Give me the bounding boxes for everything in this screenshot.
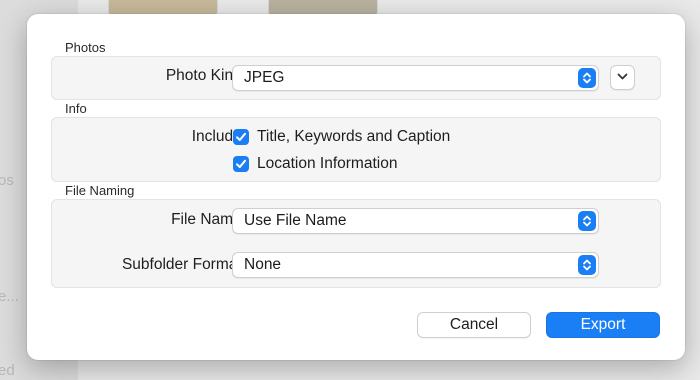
file-naming-group: File Name: Use File Name Subfolder Forma… xyxy=(51,199,661,288)
background-sidebar-text: e... xyxy=(0,288,19,305)
subfolder-format-label: Subfolder Format: xyxy=(121,256,246,273)
checkmark-icon xyxy=(236,132,246,141)
checkmark-icon xyxy=(236,159,246,168)
up-down-chevron-icon xyxy=(578,68,596,88)
options-disclosure-button[interactable] xyxy=(610,65,635,90)
photo-kind-popup[interactable]: JPEG xyxy=(232,65,599,91)
background-thumbnail xyxy=(268,0,378,15)
title-keywords-caption-checkbox[interactable] xyxy=(233,129,249,145)
section-title-file-naming: File Naming xyxy=(65,183,135,198)
export-dialog: Photos Photo Kind: JPEG Info Include: Ti… xyxy=(27,14,685,360)
cancel-button[interactable]: Cancel xyxy=(417,312,531,338)
section-title-info: Info xyxy=(65,101,87,116)
section-title-photos: Photos xyxy=(65,40,106,55)
up-down-chevron-icon xyxy=(578,255,596,275)
file-name-popup[interactable]: Use File Name xyxy=(232,208,599,234)
file-name-value: Use File Name xyxy=(244,212,347,229)
up-down-chevron-icon xyxy=(578,211,596,231)
subfolder-format-popup[interactable]: None xyxy=(232,252,599,278)
background-sidebar-text: ed xyxy=(0,362,15,379)
chevron-down-icon xyxy=(617,73,628,80)
info-group: Include: Title, Keywords and Caption Loc… xyxy=(51,117,661,182)
background-sidebar-text: os xyxy=(0,172,14,189)
subfolder-format-value: None xyxy=(244,256,282,273)
photos-group: Photo Kind: JPEG xyxy=(51,56,661,100)
photo-kind-value: JPEG xyxy=(244,69,285,86)
location-information-label[interactable]: Location Information xyxy=(257,155,397,173)
title-keywords-caption-label[interactable]: Title, Keywords and Caption xyxy=(257,128,450,146)
export-button[interactable]: Export xyxy=(546,312,660,338)
location-information-checkbox[interactable] xyxy=(233,156,249,172)
background-thumbnail xyxy=(108,0,218,15)
